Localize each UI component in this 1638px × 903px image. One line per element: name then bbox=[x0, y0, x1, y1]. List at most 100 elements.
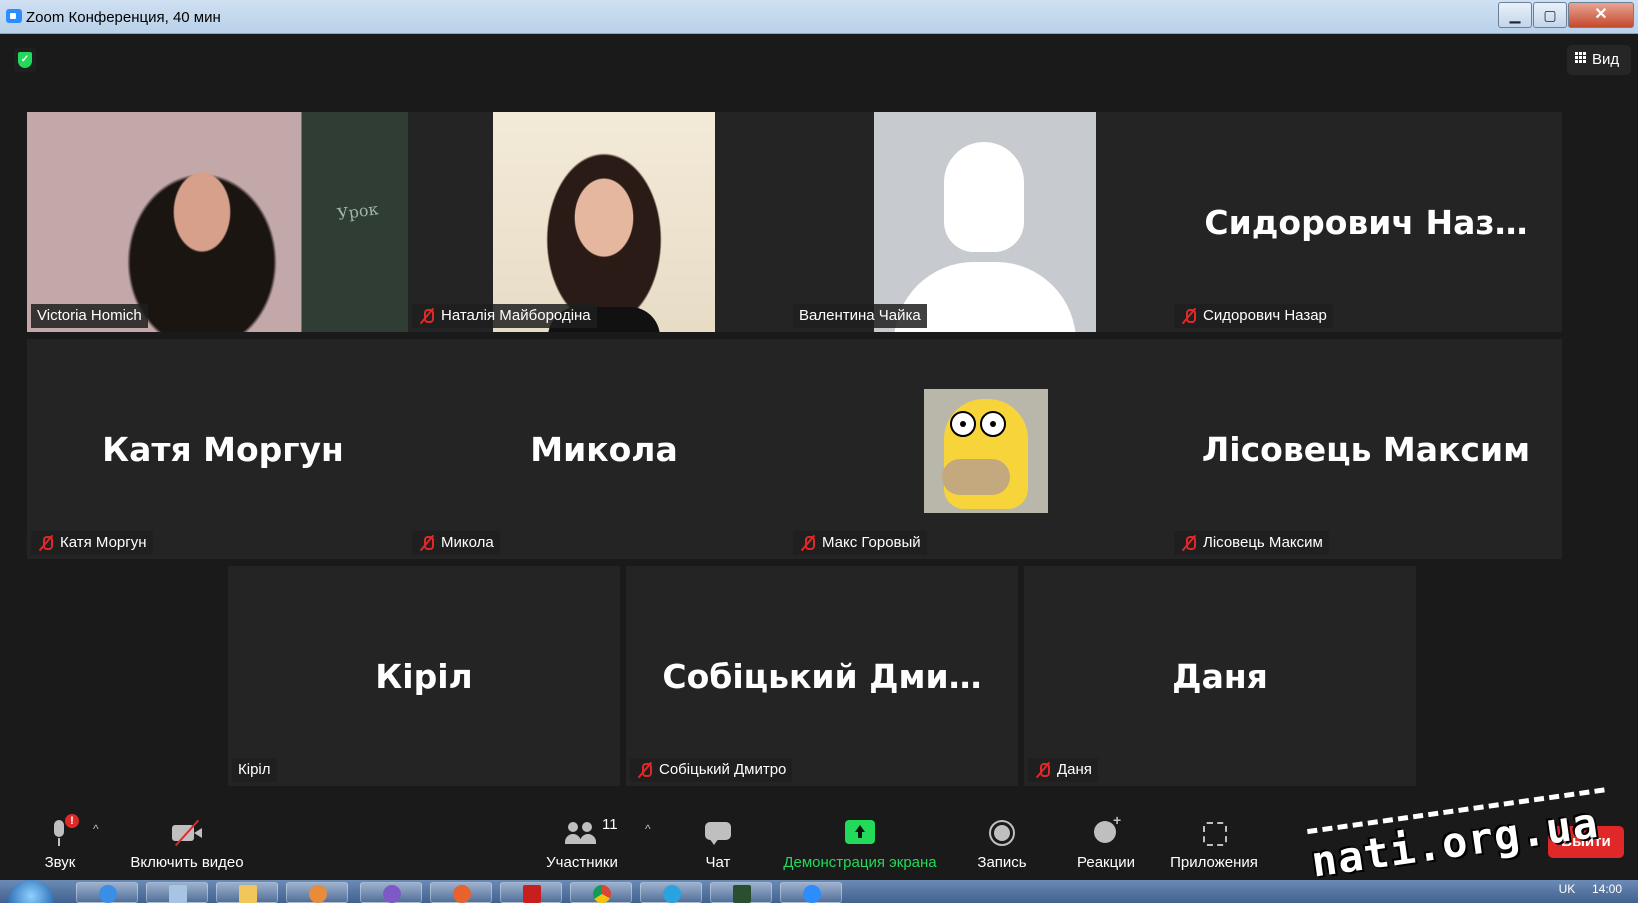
share-screen-button[interactable]: Демонстрация экрана bbox=[775, 808, 945, 880]
participant-video bbox=[27, 112, 419, 332]
participants-count: 11 bbox=[602, 816, 618, 833]
participant-display-name: Даня bbox=[1172, 656, 1268, 696]
participants-icon bbox=[565, 818, 599, 848]
taskbar-acrobat-button[interactable] bbox=[500, 882, 562, 903]
taskbar-zoom-button[interactable] bbox=[780, 882, 842, 903]
title-bar: Zoom Конференция, 40 мин ▁ ▢ ✕ bbox=[0, 0, 1638, 34]
system-tray: UK 14:00 bbox=[1559, 882, 1622, 896]
participant-name: Даня bbox=[1057, 761, 1092, 778]
participants-label: Участники bbox=[546, 854, 618, 871]
participant-name: Наталія Майбородіна bbox=[441, 307, 591, 324]
audio-options-caret-icon[interactable]: ^ bbox=[93, 822, 99, 836]
participant-name: Микола bbox=[441, 534, 494, 551]
record-button[interactable]: Запись bbox=[965, 808, 1039, 880]
participant-name: Кіріл bbox=[238, 761, 271, 778]
share-screen-icon bbox=[845, 820, 875, 844]
participant-tile[interactable]: Микола Микола bbox=[408, 339, 800, 559]
cartoon-avatar-icon bbox=[924, 389, 1048, 513]
participant-name-tag: Лісовець Максим bbox=[1174, 531, 1329, 555]
maximize-button[interactable]: ▢ bbox=[1533, 2, 1567, 28]
participant-name: Макс Горовый bbox=[822, 534, 921, 551]
computer-icon bbox=[169, 885, 187, 903]
audio-button[interactable]: ! Звук bbox=[30, 808, 90, 880]
taskbar-chrome-button[interactable] bbox=[570, 882, 632, 903]
view-label: Вид bbox=[1592, 51, 1620, 68]
taskbar-folder-button[interactable] bbox=[216, 882, 278, 903]
participant-photo bbox=[493, 112, 715, 332]
zoom-window: Zoom Конференция, 40 мин ▁ ▢ ✕ ✓ Вид Vic… bbox=[0, 0, 1638, 903]
participant-tile[interactable]: Даня Даня bbox=[1024, 566, 1416, 786]
participants-button[interactable]: 11 Участники bbox=[540, 808, 624, 880]
alert-badge: ! bbox=[65, 814, 79, 828]
grid-icon bbox=[1575, 52, 1587, 64]
taskbar-media-button[interactable] bbox=[286, 882, 348, 903]
participant-name-tag: Собіцький Дмитро bbox=[630, 758, 793, 782]
chat-icon bbox=[701, 818, 735, 848]
language-indicator[interactable]: UK bbox=[1559, 882, 1576, 896]
taskbar-viber-button[interactable] bbox=[360, 882, 422, 903]
mic-muted-icon bbox=[418, 534, 436, 552]
participant-name: Катя Моргун bbox=[60, 534, 147, 551]
chrome-icon bbox=[593, 885, 611, 903]
video-label: Включить видео bbox=[130, 854, 244, 871]
ie-icon bbox=[99, 885, 117, 903]
zoom-icon bbox=[803, 885, 821, 903]
view-button[interactable]: Вид bbox=[1567, 45, 1631, 75]
participant-display-name: Собіцький Дми… bbox=[662, 656, 982, 696]
participant-tile[interactable]: Собіцький Дми… Собіцький Дмитро bbox=[626, 566, 1018, 786]
participants-options-caret-icon[interactable]: ^ bbox=[645, 822, 651, 836]
mic-muted-icon bbox=[418, 307, 436, 325]
media-player-icon bbox=[309, 885, 327, 903]
participant-tile[interactable]: Лісовець Максим Лісовець Максим bbox=[1170, 339, 1562, 559]
participant-display-name: Лісовець Максим bbox=[1201, 429, 1531, 469]
share-label: Демонстрация экрана bbox=[783, 854, 937, 871]
start-button[interactable] bbox=[8, 880, 54, 903]
apps-label: Приложения bbox=[1170, 854, 1258, 871]
task-manager-icon bbox=[733, 885, 751, 903]
participant-display-name: Микола bbox=[530, 429, 678, 469]
participant-name-tag: Валентина Чайка bbox=[793, 304, 927, 328]
close-button[interactable]: ✕ bbox=[1568, 2, 1634, 28]
microphone-icon: ! bbox=[43, 814, 79, 848]
participant-tile[interactable]: Валентина Чайка bbox=[789, 112, 1181, 332]
shield-check-icon[interactable]: ✓ bbox=[14, 48, 36, 72]
participant-tile[interactable]: Катя Моргун Катя Моргун bbox=[27, 339, 419, 559]
taskbar-explorer-button[interactable] bbox=[146, 882, 208, 903]
participant-name-tag: Макс Горовый bbox=[793, 531, 927, 555]
telegram-icon bbox=[663, 885, 681, 903]
participant-name: Валентина Чайка bbox=[799, 307, 921, 324]
minimize-button[interactable]: ▁ bbox=[1498, 2, 1532, 28]
taskbar-monitor-button[interactable] bbox=[710, 882, 772, 903]
participant-name-tag: Наталія Майбородіна bbox=[412, 304, 597, 328]
folder-icon bbox=[239, 885, 257, 903]
participant-tile[interactable]: Victoria Homich bbox=[27, 112, 419, 332]
participant-name-tag: Victoria Homich bbox=[31, 304, 148, 328]
reactions-button[interactable]: Реакции bbox=[1066, 808, 1146, 880]
emoji-add-icon bbox=[1089, 812, 1123, 848]
zoom-app-icon bbox=[6, 9, 22, 23]
mic-muted-icon bbox=[1034, 761, 1052, 779]
windows-taskbar: UK 14:00 bbox=[0, 880, 1638, 903]
mic-muted-icon bbox=[1180, 534, 1198, 552]
apps-button[interactable]: Приложения bbox=[1166, 808, 1262, 880]
participant-tile[interactable]: Кіріл Кіріл bbox=[228, 566, 620, 786]
participant-tile[interactable]: Макс Горовый bbox=[789, 339, 1181, 559]
record-icon bbox=[985, 818, 1019, 848]
window-title: Zoom Конференция, 40 мин bbox=[26, 9, 221, 26]
clock[interactable]: 14:00 bbox=[1592, 882, 1622, 896]
audio-label: Звук bbox=[44, 854, 76, 871]
participant-name-tag: Сидорович Назар bbox=[1174, 304, 1333, 328]
chat-button[interactable]: Чат bbox=[686, 808, 750, 880]
taskbar-telegram-button[interactable] bbox=[640, 882, 702, 903]
start-video-button[interactable]: Включить видео bbox=[122, 808, 252, 880]
mic-muted-icon bbox=[1180, 307, 1198, 325]
participant-tile[interactable]: Сидорович Наз… Сидорович Назар bbox=[1170, 112, 1562, 332]
default-avatar-icon bbox=[874, 112, 1096, 332]
participant-display-name: Кіріл bbox=[375, 656, 473, 696]
taskbar-firefox-button[interactable] bbox=[430, 882, 492, 903]
taskbar-ie-button[interactable] bbox=[76, 882, 138, 903]
participant-name-tag: Катя Моргун bbox=[31, 531, 153, 555]
participant-name: Сидорович Назар bbox=[1203, 307, 1327, 324]
participant-tile[interactable]: Наталія Майбородіна bbox=[408, 112, 800, 332]
participant-name: Victoria Homich bbox=[37, 307, 142, 324]
